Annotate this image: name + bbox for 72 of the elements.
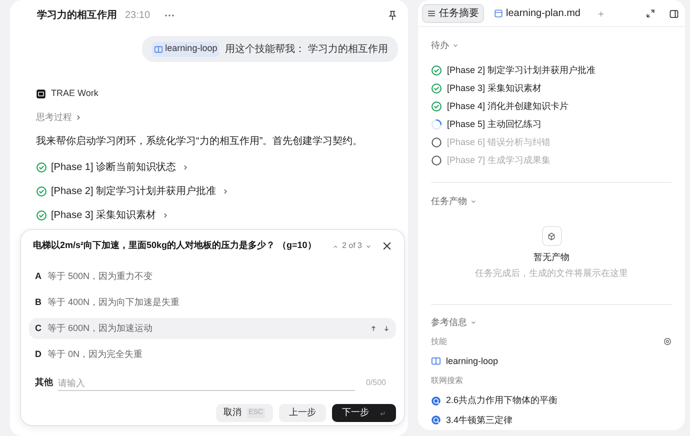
skills-label: 技能 <box>431 336 447 348</box>
book-icon <box>431 356 441 366</box>
settings-icon[interactable] <box>663 337 672 346</box>
enter-key-icon <box>379 410 386 416</box>
chevron-down-icon <box>452 42 459 50</box>
expand-icon[interactable] <box>646 9 655 18</box>
todo-item: [Phase 7] 生成学习成果集 <box>447 154 551 167</box>
assistant-logo-icon <box>36 88 46 99</box>
search-label: 联网搜索 <box>431 375 464 387</box>
intro-paragraph: 我来帮你启动学习闭环，系统化学习“力的相互作用”。首先创建学习契约。 <box>35 134 364 149</box>
book-icon <box>154 44 164 54</box>
phase-item[interactable]: [Phase 1] 诊断当前知识状态 <box>51 160 176 174</box>
question-text: 电梯以2m/s²向下加速，里面50kg的人对地板的压力是多少？ （g=10） <box>33 239 316 252</box>
panel-tab[interactable]: 任务摘要 <box>422 4 484 23</box>
chevron-right-icon <box>182 164 190 170</box>
chat-title: 学习力的相互作用 <box>37 8 117 22</box>
answer-option[interactable]: C 等于 600N，因为加速运动 <box>29 318 396 339</box>
search-result-link[interactable]: 2.6共点力作用下物体的平衡 <box>446 394 558 408</box>
option-text: 等于 500N，因为重力不变 <box>48 270 154 283</box>
empty-state-text: 任务完成后，生成的文件将展示在这里 <box>475 266 628 280</box>
search-result-icon <box>431 396 441 406</box>
option-letter: A <box>35 270 42 283</box>
todo-section-toggle[interactable]: 待办 <box>431 39 449 52</box>
chevron-right-icon <box>75 114 82 121</box>
skill-tag-text: learning-loop <box>165 42 218 56</box>
todo-item: [Phase 6] 错误分析与纠错 <box>447 136 551 149</box>
assistant-name: TRAE Work <box>51 87 98 100</box>
search-result-link[interactable]: 3.4牛顿第三定律 <box>446 414 513 427</box>
chevron-down-icon <box>470 319 477 326</box>
thinking-toggle[interactable]: 思考过程 <box>36 110 72 124</box>
search-result-icon <box>431 415 441 426</box>
close-icon[interactable] <box>382 241 392 251</box>
char-counter: 0/500 <box>366 377 386 389</box>
outputs-section-toggle[interactable]: 任务产物 <box>431 194 467 208</box>
phase-item[interactable]: [Phase 3] 采集知识素材 <box>51 208 156 222</box>
pager-text: 2 of 3 <box>342 240 362 252</box>
chevron-right-icon <box>222 188 230 194</box>
arrow-up-icon <box>370 325 377 332</box>
other-label: 其他 <box>35 376 53 388</box>
todo-item: [Phase 5] 主动回忆练习 <box>447 118 542 131</box>
references-section-toggle[interactable]: 参考信息 <box>431 316 467 330</box>
skill-link[interactable]: learning-loop <box>446 354 498 368</box>
option-text: 等于 0N，因为完全失重 <box>48 348 144 361</box>
message-text: 用这个技能帮我： 学习力的相互作用 <box>225 42 388 56</box>
other-input-field[interactable]: 请输入 <box>58 376 355 391</box>
option-letter: B <box>35 296 42 309</box>
todo-item: [Phase 2] 制定学习计划并获用户批准 <box>447 64 596 77</box>
answer-option[interactable]: B 等于 400N，因为向下加速是失重 <box>29 292 396 313</box>
todo-item: [Phase 3] 采集知识素材 <box>447 82 542 95</box>
file-icon <box>494 9 503 18</box>
chevron-down-icon[interactable] <box>365 242 372 250</box>
answer-option[interactable]: D 等于 0N，因为完全失重 <box>29 344 396 365</box>
panel-tab[interactable]: learning-plan.md <box>490 4 584 23</box>
skill-tag[interactable]: learning-loop <box>152 42 220 56</box>
option-letter: D <box>35 348 42 361</box>
arrow-down-icon <box>383 325 390 332</box>
option-text: 等于 400N，因为向下加速是失重 <box>48 296 181 309</box>
back-button[interactable]: 上一步 <box>279 404 326 422</box>
option-text: 等于 600N，因为加速运动 <box>48 322 154 335</box>
sidebar-toggle-icon[interactable] <box>669 8 679 18</box>
option-letter: C <box>35 322 42 335</box>
list-icon <box>427 9 436 18</box>
chevron-right-icon <box>162 212 170 218</box>
empty-state-title: 暂无产物 <box>534 251 570 264</box>
answer-option[interactable]: A 等于 500N，因为重力不变 <box>29 266 396 287</box>
todo-item: [Phase 4] 消化并创建知识卡片 <box>447 100 569 113</box>
next-button[interactable]: 下一步 <box>332 404 396 422</box>
phase-item[interactable]: [Phase 2] 制定学习计划并获用户批准 <box>51 184 216 198</box>
timestamp: 23:10 <box>125 8 150 22</box>
chevron-down-icon <box>470 198 477 205</box>
cube-icon <box>547 232 556 240</box>
pin-icon[interactable] <box>387 10 398 20</box>
